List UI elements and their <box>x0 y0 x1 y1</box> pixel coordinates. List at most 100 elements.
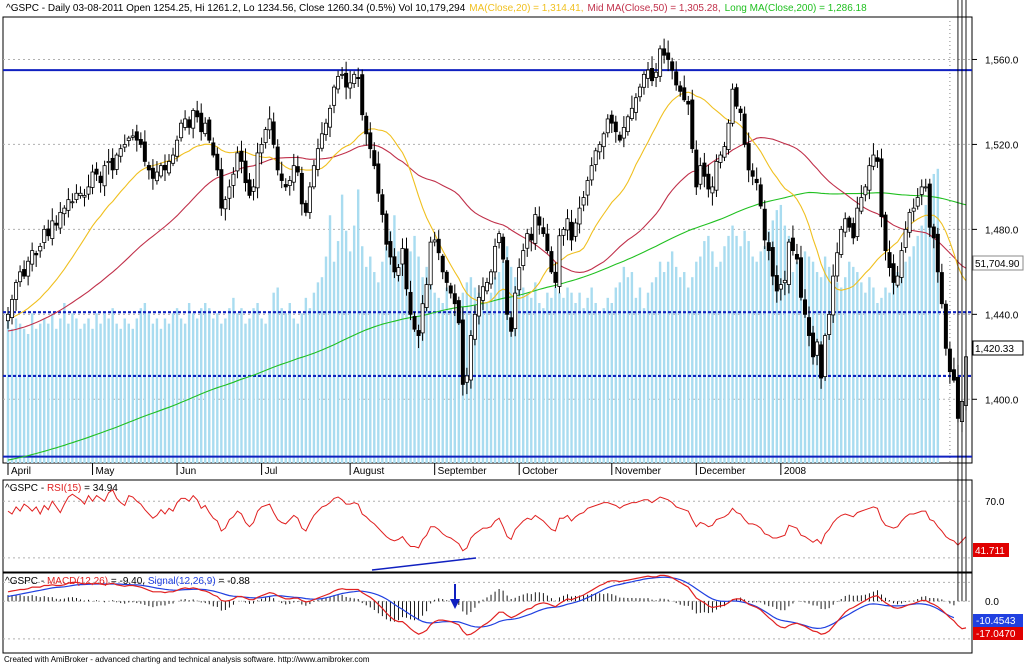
volume-bar <box>175 308 179 463</box>
candle-body <box>158 165 163 177</box>
volume-bar <box>598 313 601 463</box>
candle-body <box>915 197 920 207</box>
volume-bar <box>361 246 364 463</box>
volume-bar <box>674 266 678 463</box>
volume-bar <box>485 303 489 463</box>
candle-body <box>855 207 860 237</box>
volume-bar <box>131 328 134 463</box>
candle-body <box>831 275 836 316</box>
candle-body <box>142 141 147 162</box>
volume-bar <box>284 313 287 463</box>
candle-body <box>162 164 167 171</box>
candle-body <box>827 313 832 335</box>
candle-body <box>412 316 417 330</box>
candle-body <box>517 267 522 291</box>
volume-bar <box>558 292 561 463</box>
volume-bar <box>195 318 199 463</box>
candle-body <box>90 171 95 188</box>
candle-body <box>509 317 514 332</box>
volume-bar <box>618 282 622 463</box>
candle-body <box>227 186 232 199</box>
volume-bar <box>578 292 581 463</box>
candle-body <box>794 253 799 260</box>
candle-body <box>927 183 932 228</box>
candle-body <box>887 252 892 269</box>
volume-bar <box>107 318 110 463</box>
volume-bar <box>95 313 98 463</box>
volume-bar <box>304 297 308 463</box>
volume-bar <box>497 272 501 463</box>
candle-body <box>694 149 699 188</box>
volume-bar <box>264 323 267 463</box>
candle-body <box>658 48 663 77</box>
candle-body <box>476 296 481 317</box>
candle-body <box>448 285 453 294</box>
volume-bar <box>493 277 497 463</box>
rsi-last-label: 41.711 <box>975 546 1005 557</box>
candle-body <box>646 69 651 79</box>
candle-body <box>871 154 876 167</box>
candle-body <box>199 112 204 133</box>
volume-bar <box>654 277 658 463</box>
candle-body <box>146 165 151 171</box>
candle-body <box>851 223 856 239</box>
volume-bar <box>666 261 670 463</box>
volume-bar <box>546 292 549 463</box>
candle-body <box>311 165 316 188</box>
month-label: May <box>96 466 115 477</box>
candle-body <box>710 186 715 194</box>
candle-body <box>545 233 550 252</box>
volume-bar <box>848 261 851 463</box>
candle-body <box>239 150 244 162</box>
candle-body <box>380 194 385 215</box>
candle-body <box>670 61 675 71</box>
candle-body <box>376 163 381 194</box>
candle-body <box>521 250 526 266</box>
volume-bar <box>260 318 263 463</box>
volume-bar <box>570 292 573 463</box>
candle-body <box>798 257 803 298</box>
candle-body <box>175 139 180 157</box>
candle-body <box>372 150 377 167</box>
candle-body <box>617 134 622 141</box>
volume-bar <box>332 261 336 463</box>
candle-body <box>843 218 848 233</box>
volume-bar <box>220 323 223 463</box>
volume-bar <box>91 328 94 463</box>
candle-body <box>259 144 264 154</box>
candle-body <box>110 157 115 171</box>
volume-bar <box>417 256 420 463</box>
candle-body <box>223 199 228 210</box>
candle-body <box>484 282 489 292</box>
volume-bar <box>429 282 432 463</box>
volume-bar <box>908 256 911 463</box>
volume-bar <box>835 282 839 463</box>
candle-body <box>368 132 373 150</box>
volume-bar <box>373 272 376 463</box>
volume-bar <box>650 282 654 463</box>
candle-body <box>179 122 184 139</box>
candle-body <box>183 118 188 128</box>
macd-last-label: -17.0470 <box>976 629 1016 640</box>
candle-body <box>609 114 614 124</box>
candle-body <box>662 48 667 56</box>
candle-body <box>706 173 711 190</box>
volume-bar <box>610 303 613 463</box>
candle-body <box>191 110 196 129</box>
price-tick-label: 1,560.0 <box>985 55 1019 66</box>
candle-body <box>416 330 421 336</box>
candle-body <box>802 299 807 315</box>
volume-bar <box>99 323 102 463</box>
volume-bar <box>18 323 22 463</box>
volume-bar <box>115 323 118 463</box>
candle-body <box>875 157 880 162</box>
volume-bar <box>369 256 372 463</box>
volume-bar <box>715 266 718 463</box>
candle-body <box>835 252 840 277</box>
candle-body <box>255 152 260 189</box>
candle-body <box>396 267 401 276</box>
volume-bar <box>586 297 589 463</box>
volume-bar <box>389 230 392 463</box>
candle-body <box>674 71 679 86</box>
candle-body <box>730 88 735 124</box>
